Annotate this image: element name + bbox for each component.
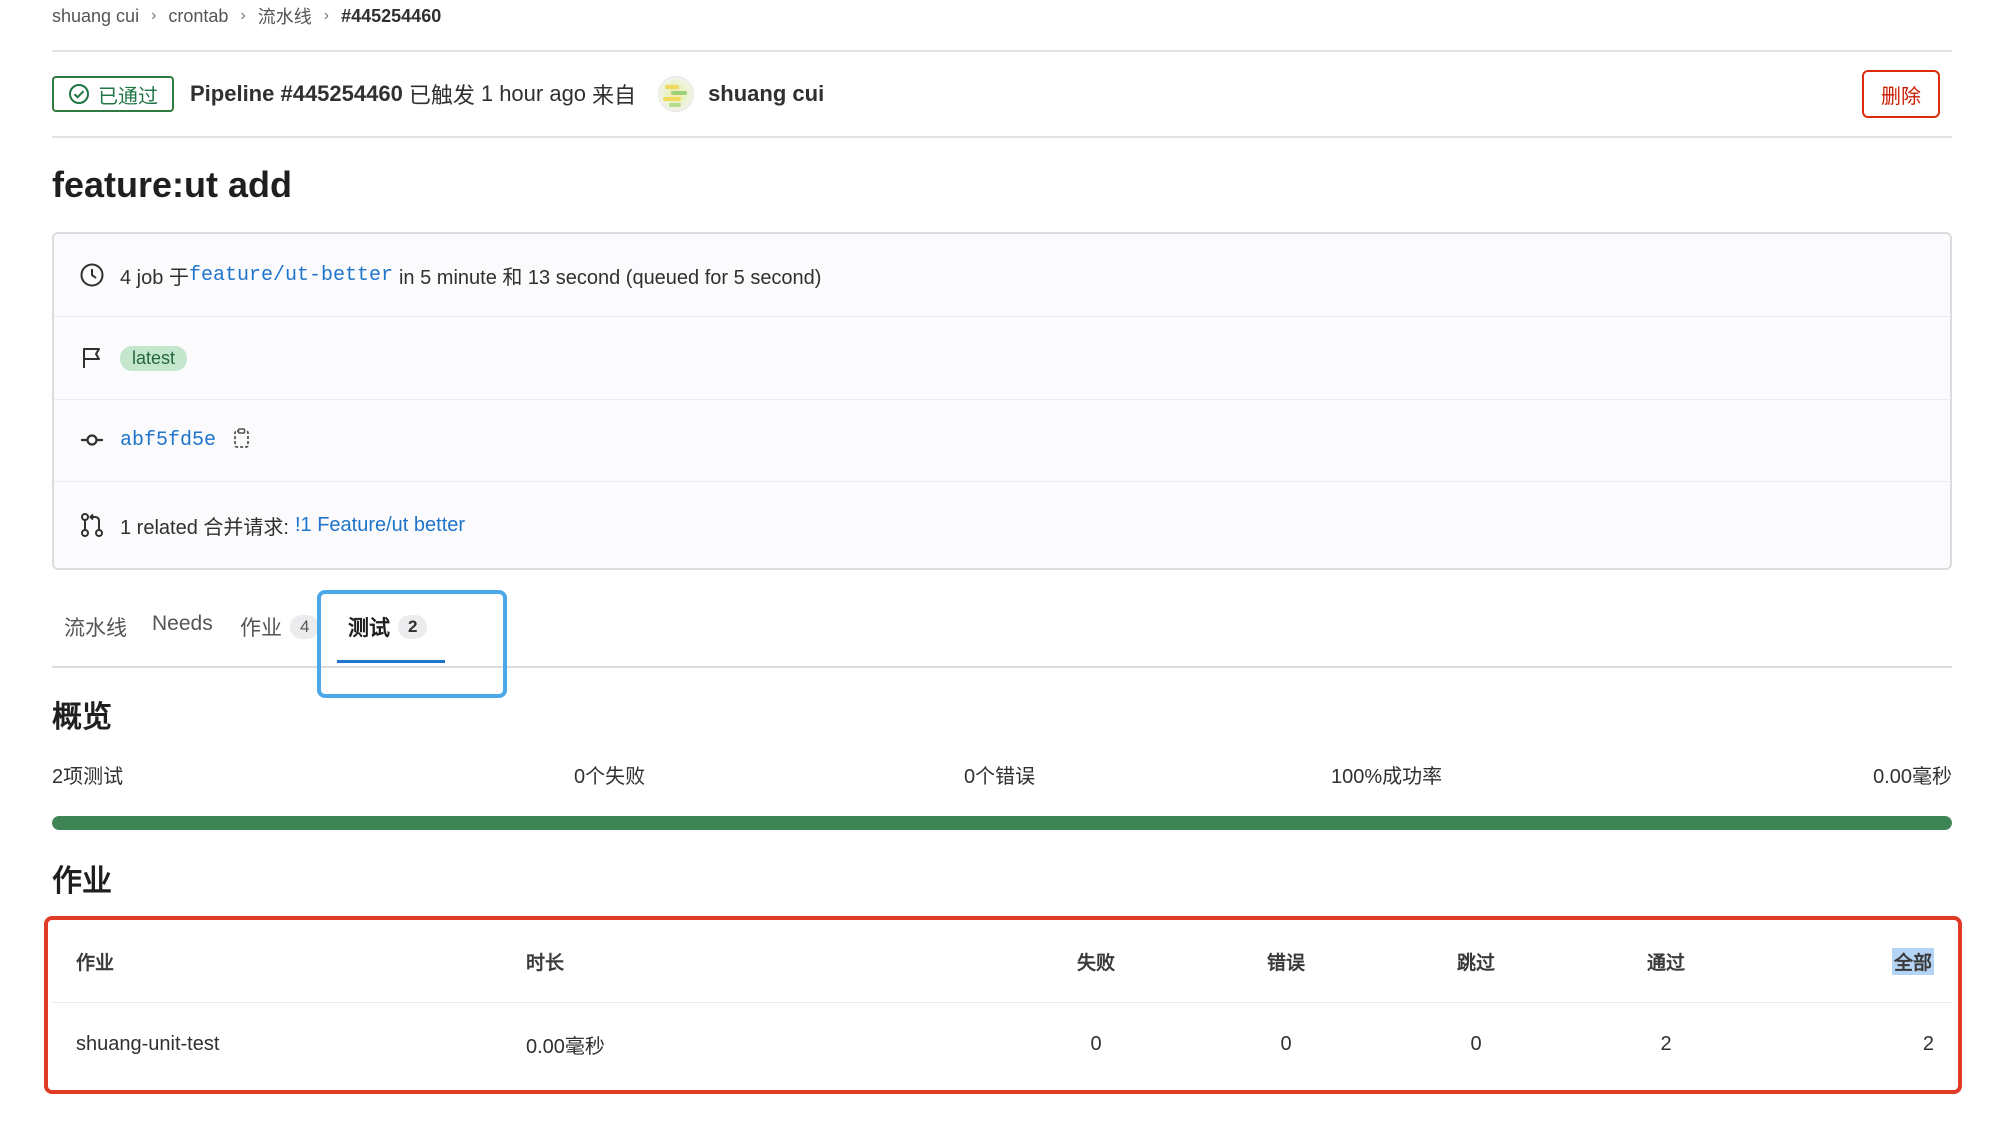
overview-title: 概览 (52, 701, 112, 734)
info-row-tags: latest (54, 317, 1950, 400)
commit-sha-link[interactable]: abf5fd5e (120, 429, 216, 452)
info-row-commit: abf5fd5e (54, 399, 1950, 482)
tab-label: 流水线 (64, 617, 127, 640)
chevron-right-icon: › (151, 7, 157, 24)
duration-detail: in 5 minute 和 13 second (queued for 5 se… (398, 266, 822, 289)
duration-text: 4 job 于 feature/ut-better in 5 minute 和 … (120, 261, 821, 290)
merge-request-prefix: 1 related 合并请求: (120, 516, 289, 539)
success-progress-bar (52, 816, 1952, 830)
tab-label: Needs (152, 612, 213, 635)
latest-badge: latest (120, 345, 188, 371)
tests-count: 2项测试 (52, 766, 124, 788)
status-label: 已通过 (98, 85, 158, 108)
jobs-count-text: 4 job 于 (120, 266, 189, 289)
breadcrumb-current[interactable]: #445254460 (341, 6, 441, 27)
branch-link[interactable]: feature/ut-better (189, 264, 393, 287)
chevron-right-icon: › (240, 7, 246, 24)
commit-icon (78, 426, 106, 454)
info-row-merge-request: 1 related 合并请求: !1 Feature/ut better (54, 482, 1950, 568)
overview-stats: 2项测试 0个失败 0个错误 100%成功率 0.00毫秒 (52, 760, 1952, 790)
time-ago: 1 hour ago (480, 81, 587, 106)
tab-label: 作业 (240, 617, 282, 640)
jobs-title: 作业 (52, 865, 112, 898)
breadcrumb-pipelines[interactable]: 流水线 (258, 3, 312, 29)
avatar[interactable] (658, 76, 695, 112)
tab-pipeline[interactable]: 流水线 (64, 612, 127, 642)
pipeline-header: 已通过 Pipeline #445254460 已触发 1 hour ago 来… (52, 70, 1952, 118)
triggered-text: 已触发 (408, 83, 475, 108)
author-link[interactable]: shuang cui (708, 81, 824, 107)
page-title: feature:ut add (52, 164, 293, 205)
table-highlight-annotation (44, 916, 1962, 1094)
success-rate: 100%成功率 (1331, 766, 1443, 788)
chevron-right-icon: › (323, 7, 330, 24)
total-duration: 0.00毫秒 (1873, 766, 1952, 788)
breadcrumb-project[interactable]: crontab (168, 6, 228, 27)
pipeline-id: Pipeline #445254460 (190, 81, 403, 106)
divider (52, 50, 1952, 52)
status-badge[interactable]: 已通过 (52, 76, 174, 112)
clock-icon (78, 261, 106, 289)
from-text: 来自 (592, 83, 637, 108)
breadcrumb: shuang cui › crontab › 流水线 › #445254460 (52, 4, 441, 28)
pipeline-info-card: 4 job 于 feature/ut-better in 5 minute 和 … (52, 232, 1952, 570)
flag-icon (78, 344, 106, 372)
error-count: 0个错误 (964, 766, 1036, 788)
success-progress-fill (52, 816, 1952, 830)
breadcrumb-user[interactable]: shuang cui (52, 6, 139, 27)
tab-jobs[interactable]: 作业 4 (240, 612, 320, 642)
divider (52, 136, 1952, 138)
copy-icon[interactable] (232, 427, 252, 454)
check-circle-icon (69, 84, 89, 104)
tab-needs[interactable]: Needs (152, 612, 213, 636)
merge-request-text: 1 related 合并请求: !1 Feature/ut better (120, 511, 465, 540)
info-row-duration: 4 job 于 feature/ut-better in 5 minute 和 … (54, 234, 1950, 317)
delete-button[interactable]: 删除 (1862, 70, 1940, 118)
failed-count: 0个失败 (574, 766, 646, 788)
merge-request-icon (78, 511, 106, 539)
tab-count: 4 (290, 615, 320, 639)
tab-highlight-annotation (317, 590, 507, 698)
merge-request-link[interactable]: !1 Feature/ut better (295, 514, 465, 537)
pipeline-summary: Pipeline #445254460 已触发 1 hour ago 来自 (190, 78, 642, 110)
